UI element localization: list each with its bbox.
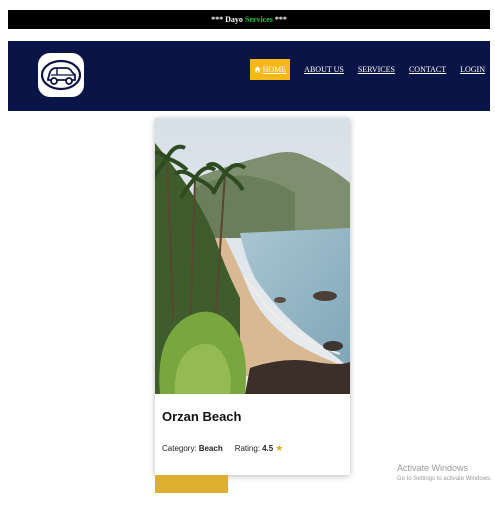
beach-photo: [155, 118, 350, 394]
announcement-suffix: ***: [272, 15, 287, 24]
star-icon: ★: [275, 443, 284, 453]
main-nav: HOME ABOUT US SERVICES CONTACT LOGIN: [249, 58, 485, 80]
nav-contact[interactable]: CONTACT: [409, 65, 446, 74]
nav-services[interactable]: SERVICES: [358, 65, 395, 74]
logo[interactable]: [38, 53, 84, 97]
rating-value: 4.5: [262, 444, 274, 453]
rating-label: Rating:: [234, 444, 261, 453]
card-meta: Category: Beach Rating: 4.5 ★: [162, 443, 283, 454]
top-announcement-bar: *** Dayo Services ***: [8, 10, 490, 29]
navbar: HOME ABOUT US SERVICES CONTACT LOGIN: [8, 41, 490, 111]
nav-home-label: HOME: [262, 64, 287, 74]
card-title: Orzan Beach: [162, 409, 242, 424]
home-icon: [253, 65, 261, 73]
announcement-highlight: Services: [244, 15, 273, 24]
nav-login[interactable]: LOGIN: [460, 65, 485, 74]
activate-windows-watermark: Activate Windows Go to Settings to activ…: [397, 463, 492, 482]
car-logo-icon: [40, 59, 82, 91]
nav-about-us[interactable]: ABOUT US: [304, 65, 344, 74]
watermark-line2: Go to Settings to activate Windows.: [397, 476, 492, 482]
yellow-bar: [155, 475, 228, 493]
watermark-line1: Activate Windows: [397, 463, 469, 473]
announcement-prefix: *** Dayo: [211, 15, 245, 24]
category-value: Beach: [198, 444, 223, 453]
nav-home[interactable]: HOME: [249, 58, 291, 80]
category-label: Category:: [162, 444, 197, 453]
destination-card[interactable]: Orzan Beach Category: Beach Rating: 4.5 …: [155, 118, 350, 475]
